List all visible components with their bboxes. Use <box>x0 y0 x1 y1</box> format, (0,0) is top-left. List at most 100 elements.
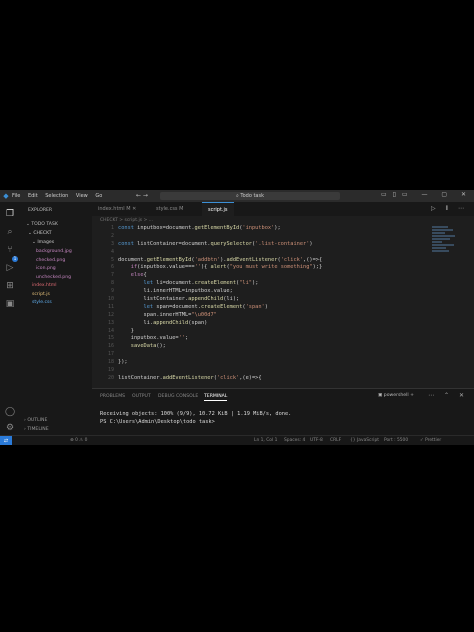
line-number: 16 <box>107 343 114 350</box>
line-number: 5 <box>110 256 114 263</box>
explorer-sidebar: EXPLORER ⌄ TODO TASK ⌄ CHECKT ⌄ Images b… <box>20 202 92 435</box>
folder-images[interactable]: ⌄ Images <box>32 240 54 245</box>
tab-style-css[interactable]: style.css M <box>150 202 189 216</box>
file-item[interactable]: script.js <box>32 292 50 297</box>
terminal-output[interactable]: Receiving objects: 100% (9/9), 10.72 KiB… <box>100 411 291 426</box>
minimap[interactable] <box>432 226 458 266</box>
prettier-status[interactable]: ✓ Prettier <box>420 438 441 443</box>
settings-gear-icon[interactable]: ⚙ <box>4 422 16 434</box>
file-name: style.css <box>32 300 52 305</box>
line-number: 2 <box>110 232 114 239</box>
line-number: 20 <box>107 374 114 381</box>
code-line: else{ <box>130 272 147 279</box>
menu-bar: File Edit Selection View Go <box>12 193 108 199</box>
file-name: icon.png <box>36 266 56 271</box>
account-icon[interactable]: ◯ <box>4 406 16 418</box>
code-line: inputbox.value=''; <box>118 335 189 342</box>
file-name: checked.png <box>36 257 66 263</box>
remote-icon[interactable]: ⇄ <box>0 436 12 445</box>
project-section[interactable]: ⌄ TODO TASK <box>26 222 58 227</box>
line-number: 12 <box>107 311 114 318</box>
problems-status[interactable]: ⊗ 0 ⚠ 0 <box>70 438 87 443</box>
line-number: 18 <box>107 359 114 366</box>
tab-output[interactable]: OUTPUT <box>132 394 151 399</box>
search-icon[interactable]: ⌕ <box>4 226 16 238</box>
project-name: TODO TASK <box>31 222 58 227</box>
vscode-logo-icon: ◆ <box>3 192 9 200</box>
line-number: 7 <box>110 272 114 279</box>
line-number: 14 <box>107 327 114 334</box>
source-control-icon[interactable]: ⑂ <box>4 244 16 256</box>
menu-go[interactable]: Go <box>95 193 102 199</box>
file-item[interactable]: background.jpg <box>36 249 72 254</box>
code-line: const inputbox=document.getElementById('… <box>118 225 281 231</box>
line-number: 8 <box>110 280 114 287</box>
language-mode[interactable]: {} JavaScript <box>350 438 379 443</box>
tab-debug-console[interactable]: DEBUG CONSOLE <box>158 394 198 399</box>
tab-problems[interactable]: PROBLEMS <box>100 394 125 399</box>
live-server-port[interactable]: Port : 5500 <box>384 438 408 443</box>
menu-selection[interactable]: Selection <box>45 193 68 199</box>
window-title: Todo task <box>240 193 264 199</box>
outline-section[interactable]: › OUTLINE <box>24 418 47 423</box>
indentation-status[interactable]: Spaces: 4 <box>284 438 305 443</box>
menu-file[interactable]: File <box>12 193 20 199</box>
eol-status[interactable]: CRLF <box>330 438 341 443</box>
code-line: const listContainer=document.querySelect… <box>118 240 313 247</box>
window-controls[interactable]: ▭▯▭ — ▢ ✕ <box>381 191 472 198</box>
menu-view[interactable]: View <box>76 193 88 199</box>
tab-label: index.html M <box>98 206 131 212</box>
line-number: 4 <box>110 248 114 255</box>
subfolder-label: Images <box>37 240 55 245</box>
file-name: unchecked.png <box>36 274 72 280</box>
file-item[interactable]: unchecked.png <box>36 275 71 280</box>
encoding-status[interactable]: UTF-8 <box>310 438 323 443</box>
editor-tabs: index.html M ✕ style.css M script.js ▷ ⫴… <box>92 202 474 217</box>
terminal-shell-selector[interactable]: ▣ powershell + <box>378 393 414 398</box>
file-item[interactable]: icon.png <box>36 266 56 271</box>
tab-script-js[interactable]: script.js <box>202 202 234 217</box>
folder-checkt[interactable]: ⌄ CHECKT <box>28 231 52 236</box>
line-number: 17 <box>107 351 114 358</box>
line-number: 13 <box>107 319 114 326</box>
cursor-position[interactable]: Ln 1, Col 1 <box>254 438 277 443</box>
bottom-panel: PROBLEMS OUTPUT DEBUG CONSOLE TERMINAL ▣… <box>92 388 474 436</box>
tab-terminal[interactable]: TERMINAL <box>204 394 228 401</box>
line-number: 19 <box>107 367 114 374</box>
tab-label: style.css M <box>156 206 184 212</box>
menu-edit[interactable]: Edit <box>28 193 38 199</box>
file-item[interactable]: index.html <box>32 283 57 288</box>
line-number: 15 <box>107 335 114 342</box>
nav-arrows[interactable]: ← → <box>136 192 148 199</box>
outline-label: OUTLINE <box>27 418 48 423</box>
code-line: li.innerHTML=inputbox.value; <box>118 288 233 295</box>
code-line: let span=document.createElement('span') <box>143 303 268 310</box>
breadcrumb[interactable]: CHECKT > script.js > ... <box>100 218 153 223</box>
tab-label: script.js <box>208 207 228 213</box>
file-name: script.js <box>32 291 50 297</box>
command-center[interactable]: ⌕ Todo task <box>160 192 340 200</box>
code-line: if(inputbox.value===''){ alert("you must… <box>130 264 323 271</box>
code-line: li.appendChild(span) <box>118 319 208 326</box>
explorer-icon[interactable]: ❐ <box>4 208 16 220</box>
folder-label: CHECKT <box>33 231 52 236</box>
editor-actions[interactable]: ▷ ⫴ ⋯ <box>431 205 468 213</box>
file-item[interactable]: style.css <box>32 300 52 305</box>
code-editor[interactable]: const inputbox=document.getElementById('… <box>118 225 322 383</box>
code-line: }); <box>118 359 128 366</box>
extensions-icon[interactable]: ⊞ <box>4 280 16 292</box>
panel-actions[interactable]: ⋯ ⌃ ✕ <box>428 392 468 399</box>
activity-bar: ❐ ⌕ ⑂ 1 ▷ ⊞ ▣ ◯ ⚙ <box>0 202 20 435</box>
remote-explorer-icon[interactable]: ▣ <box>4 298 16 310</box>
line-number: 6 <box>110 264 114 271</box>
line-number: 1 <box>110 225 114 231</box>
shell-label: powershell <box>383 393 409 398</box>
code-line: listContainer.addEventListener('click',(… <box>118 374 262 381</box>
file-item[interactable]: checked.png <box>36 258 65 263</box>
tab-index-html[interactable]: index.html M ✕ <box>92 202 142 216</box>
line-number: 11 <box>107 303 114 310</box>
timeline-section[interactable]: › TIMELINE <box>24 427 49 432</box>
run-debug-icon[interactable]: ▷ <box>4 262 16 274</box>
